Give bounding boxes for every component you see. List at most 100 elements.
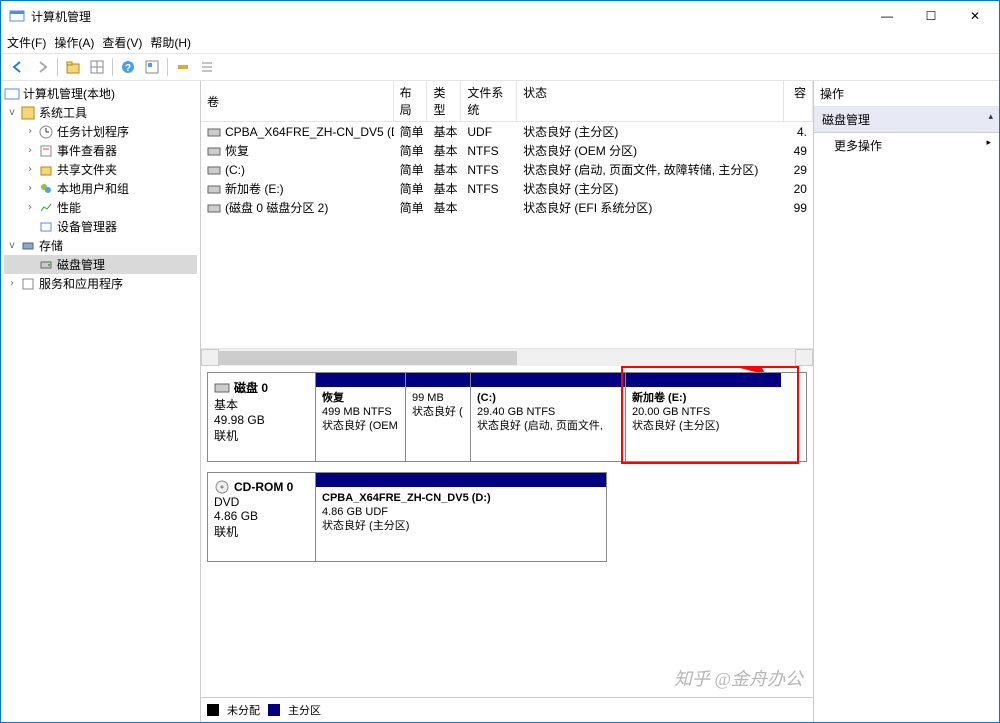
- menu-file[interactable]: 文件(F): [7, 34, 46, 51]
- separator: [167, 58, 168, 76]
- svg-text:?: ?: [125, 63, 131, 74]
- legend-unalloc: 未分配: [227, 702, 260, 718]
- up-button[interactable]: [62, 56, 84, 78]
- actions-more[interactable]: 更多操作: [814, 133, 999, 158]
- volume-body: CPBA_X64FRE_ZH-CN_DV5 (D:) 简单 基本 UDF 状态良…: [201, 122, 813, 348]
- list-button[interactable]: [196, 56, 218, 78]
- menu-view[interactable]: 查看(V): [102, 34, 142, 51]
- cdrom-state: 联机: [214, 523, 309, 540]
- separator: [57, 58, 58, 76]
- actions-pane: 操作 磁盘管理 更多操作: [814, 81, 999, 722]
- part-status: 状态良好 (主分区): [322, 519, 600, 533]
- cdrom-size: 4.86 GB: [214, 509, 309, 523]
- label: 任务计划程序: [57, 123, 129, 140]
- tree-disk-management[interactable]: 磁盘管理: [4, 255, 197, 274]
- part-name: CPBA_X64FRE_ZH-CN_DV5 (D:): [322, 491, 600, 505]
- tree-system-tools[interactable]: v系统工具: [4, 103, 197, 122]
- maximize-button[interactable]: ☐: [909, 1, 953, 31]
- tree-performance[interactable]: ›性能: [4, 198, 197, 217]
- partition-info: (C:) 29.40 GB NTFS 状态良好 (启动, 页面文件,: [471, 387, 625, 437]
- disk-partition[interactable]: 恢复 499 MB NTFS 状态良好 (OEM: [316, 373, 406, 461]
- close-button[interactable]: ✕: [953, 1, 997, 31]
- titlebar: 计算机管理 — ☐ ✕: [1, 1, 999, 31]
- part-size: 4.86 GB UDF: [322, 505, 600, 519]
- disk-0-label: 磁盘 0 基本 49.98 GB 联机: [208, 373, 316, 461]
- partition-bar: [316, 373, 405, 387]
- volume-header: 卷 布局 类型 文件系统 状态 容: [201, 81, 813, 122]
- disk-partition[interactable]: (C:) 29.40 GB NTFS 状态良好 (启动, 页面文件,: [471, 373, 626, 461]
- actions-section[interactable]: 磁盘管理: [814, 107, 999, 133]
- disk-size: 49.98 GB: [214, 413, 309, 427]
- tree-event-viewer[interactable]: ›事件查看器: [4, 141, 197, 160]
- window-title: 计算机管理: [31, 8, 865, 25]
- disk-partition[interactable]: 99 MB 状态良好 (: [406, 373, 471, 461]
- volume-row[interactable]: CPBA_X64FRE_ZH-CN_DV5 (D:) 简单 基本 UDF 状态良…: [201, 122, 813, 141]
- content: 计算机管理(本地) v系统工具 ›任务计划程序 ›事件查看器 ›共享文件夹 ›本…: [1, 81, 999, 722]
- partition-info: 恢复 499 MB NTFS 状态良好 (OEM: [316, 387, 405, 437]
- tree-services[interactable]: ›服务和应用程序: [4, 274, 197, 293]
- partition-info: 99 MB 状态良好 (: [406, 387, 470, 423]
- legend-swatch-primary: [268, 704, 280, 716]
- label: 本地用户和组: [57, 180, 129, 197]
- watermark: 知乎 @金舟办公: [674, 665, 803, 691]
- header-volume[interactable]: 卷: [201, 81, 394, 121]
- header-capacity[interactable]: 容: [784, 81, 813, 121]
- disk-state: 联机: [214, 427, 309, 444]
- window-controls: — ☐ ✕: [865, 1, 997, 31]
- refresh-button[interactable]: [141, 56, 163, 78]
- main-window: 计算机管理 — ☐ ✕ 文件(F) 操作(A) 查看(V) 帮助(H) ? 计算…: [0, 0, 1000, 723]
- partition-bar: [316, 473, 606, 487]
- header-type[interactable]: 类型: [427, 81, 461, 121]
- volume-row[interactable]: (C:) 简单 基本 NTFS 状态良好 (启动, 页面文件, 故障转储, 主分…: [201, 160, 813, 179]
- disk-kind: 基本: [214, 396, 309, 413]
- tree-pane: 计算机管理(本地) v系统工具 ›任务计划程序 ›事件查看器 ›共享文件夹 ›本…: [1, 81, 201, 722]
- disk-icon: [214, 381, 230, 395]
- volume-row[interactable]: 新加卷 (E:) 简单 基本 NTFS 状态良好 (主分区) 20: [201, 179, 813, 198]
- label: 事件查看器: [57, 142, 117, 159]
- partition-bar: [406, 373, 470, 387]
- back-button[interactable]: [7, 56, 29, 78]
- label: 磁盘管理: [57, 256, 105, 273]
- tree-storage[interactable]: v存储: [4, 236, 197, 255]
- tool-button[interactable]: [172, 56, 194, 78]
- cdrom-name: CD-ROM 0: [234, 480, 293, 494]
- tree-shared-folders[interactable]: ›共享文件夹: [4, 160, 197, 179]
- legend-primary: 主分区: [288, 702, 321, 718]
- scroll-thumb[interactable]: [217, 351, 517, 365]
- volume-row[interactable]: 恢复 简单 基本 NTFS 状态良好 (OEM 分区) 49: [201, 141, 813, 160]
- minimize-button[interactable]: —: [865, 1, 909, 31]
- label: 存储: [39, 237, 63, 254]
- tree-root-label: 计算机管理(本地): [23, 85, 115, 102]
- cdrom-partitions: CPBA_X64FRE_ZH-CN_DV5 (D:) 4.86 GB UDF 状…: [316, 473, 606, 561]
- app-icon: [9, 8, 25, 24]
- separator: [112, 58, 113, 76]
- help-button[interactable]: ?: [117, 56, 139, 78]
- header-filesystem[interactable]: 文件系统: [461, 81, 517, 121]
- grid-button[interactable]: [86, 56, 108, 78]
- forward-button[interactable]: [31, 56, 53, 78]
- header-layout[interactable]: 布局: [394, 81, 428, 121]
- cdrom-icon: [214, 479, 230, 495]
- toolbar: ?: [1, 53, 999, 81]
- label: 共享文件夹: [57, 161, 117, 178]
- horizontal-scrollbar[interactable]: [201, 348, 813, 366]
- cdrom-kind: DVD: [214, 495, 309, 509]
- legend-swatch-unalloc: [207, 704, 219, 716]
- partition-info: CPBA_X64FRE_ZH-CN_DV5 (D:) 4.86 GB UDF 状…: [316, 487, 606, 537]
- annotation-highlight: [621, 366, 799, 464]
- tree-root[interactable]: 计算机管理(本地): [4, 84, 197, 103]
- cdrom-0-block[interactable]: CD-ROM 0 DVD 4.86 GB 联机 CPBA_X64FRE_ZH-C…: [207, 472, 607, 562]
- tree-device-manager[interactable]: 设备管理器: [4, 217, 197, 236]
- actions-header: 操作: [814, 81, 999, 107]
- volume-row[interactable]: (磁盘 0 磁盘分区 2) 简单 基本 状态良好 (EFI 系统分区) 99: [201, 198, 813, 217]
- header-status[interactable]: 状态: [517, 81, 784, 121]
- legend: 未分配 主分区: [201, 697, 813, 722]
- cdrom-partition[interactable]: CPBA_X64FRE_ZH-CN_DV5 (D:) 4.86 GB UDF 状…: [316, 473, 606, 561]
- partition-bar: [471, 373, 625, 387]
- menu-help[interactable]: 帮助(H): [150, 34, 191, 51]
- tree-local-users[interactable]: ›本地用户和组: [4, 179, 197, 198]
- label: 设备管理器: [57, 218, 117, 235]
- tree-task-scheduler[interactable]: ›任务计划程序: [4, 122, 197, 141]
- volume-table: 卷 布局 类型 文件系统 状态 容 CPBA_X64FRE_ZH-CN_DV5 …: [201, 81, 813, 366]
- menu-action[interactable]: 操作(A): [54, 34, 94, 51]
